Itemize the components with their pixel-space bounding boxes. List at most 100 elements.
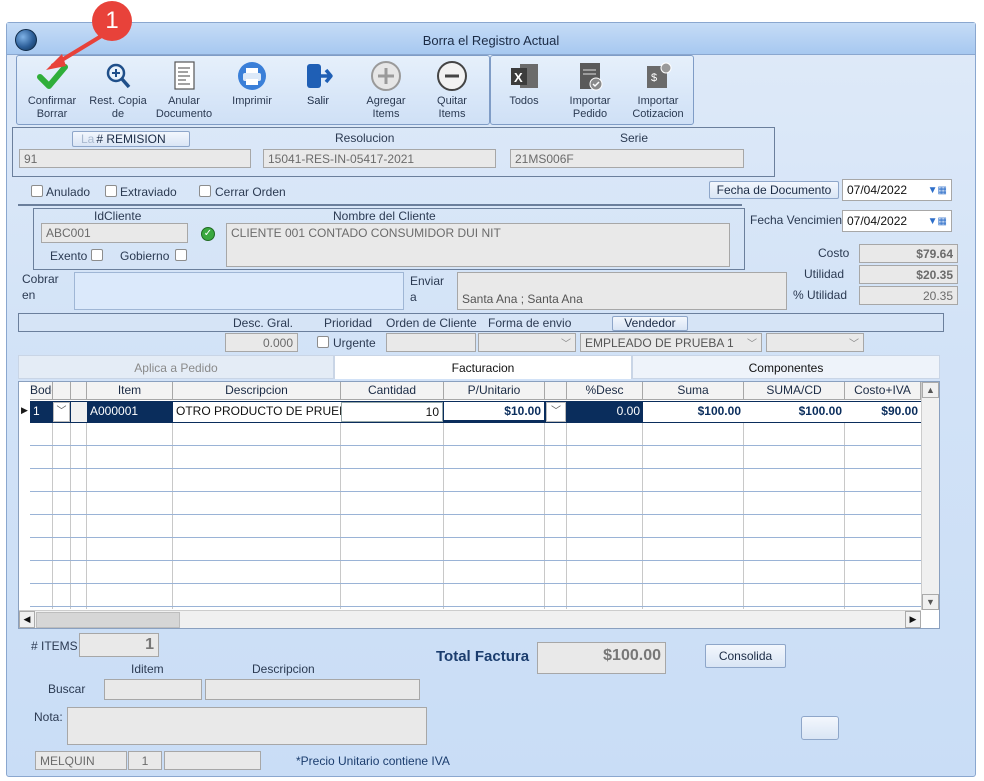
anulado-label: Anulado [46, 185, 91, 199]
calendar-dropdown-icon[interactable]: ▼▦ [928, 214, 947, 230]
row-indicator-icon: ▶ [21, 405, 28, 415]
col-punitario-dropdown [545, 382, 567, 400]
cerrar-orden-checkbox[interactable] [199, 185, 211, 197]
items-grid[interactable]: Bodega Item Descripcion Cantidad P/Unita… [18, 381, 940, 629]
resolucion-label: Resolucion [335, 131, 395, 145]
excel-icon: X [508, 60, 540, 92]
cell-suma-cd[interactable]: $100.00 [744, 402, 845, 422]
separator-line [18, 204, 742, 206]
fecha-vencimiento-picker[interactable]: 07/04/2022 ▼▦ [842, 210, 952, 232]
id-cliente-label: IdCliente [94, 209, 142, 223]
remision-header-button[interactable]: La # REMISION [72, 131, 190, 147]
col-descripcion[interactable]: Descripcion [173, 382, 341, 400]
col-item[interactable]: Item [87, 382, 173, 400]
col-bodega[interactable]: Bodega [30, 382, 53, 400]
nombre-cliente-field[interactable]: CLIENTE 001 CONTADO CONSUMIDOR DUI NIT [226, 223, 730, 267]
vendedor-button[interactable]: Vendedor [612, 316, 688, 331]
cell-costo-iva[interactable]: $90.00 [845, 402, 921, 422]
export-all-button[interactable]: X Todos [492, 60, 556, 108]
fecha-documento-picker[interactable]: 07/04/2022 ▼▦ [842, 179, 952, 201]
import-document-icon [574, 60, 606, 92]
fecha-documento-button[interactable]: Fecha de Documento [709, 181, 839, 199]
tab-componentes[interactable]: Componentes [632, 355, 940, 379]
costo-label: Costo [818, 246, 850, 260]
void-document-button[interactable]: Anular Documento [152, 60, 216, 121]
punitario-dropdown[interactable]: ﹀ [546, 402, 566, 422]
title-bar: Borra el Registro Actual [7, 23, 975, 55]
id-cliente-field[interactable]: ABC001 [41, 223, 188, 243]
anulado-checkbox[interactable] [31, 185, 43, 197]
blank-action-button[interactable] [801, 716, 839, 740]
col-suma[interactable]: Suma [643, 382, 744, 400]
bodega-dropdown[interactable]: ﹀ [53, 402, 70, 422]
cell-item[interactable]: A000001 [87, 402, 173, 422]
enviar-a-field[interactable]: Santa Ana ; Santa Ana [457, 272, 787, 310]
horizontal-scrollbar[interactable]: ◀ ▶ [19, 610, 921, 628]
vertical-scrollbar[interactable]: ▲ ▼ [921, 382, 939, 610]
add-items-button[interactable]: Agregar Items [354, 60, 418, 121]
serie-field[interactable]: 21MS006F [510, 149, 744, 168]
col-desc[interactable]: %Desc [567, 382, 643, 400]
extraviado-checkbox[interactable] [105, 185, 117, 197]
nota-textarea[interactable] [67, 707, 427, 745]
scroll-up-icon[interactable]: ▲ [922, 382, 939, 398]
svg-text:$: $ [651, 72, 657, 84]
enviar-label-a: a [410, 290, 417, 304]
consolida-button[interactable]: Consolida [705, 644, 786, 668]
exento-label: Exento [50, 249, 88, 263]
scroll-right-icon[interactable]: ▶ [905, 611, 921, 628]
descripcion-search-label: Descripcion [252, 662, 315, 676]
nota-label: Nota: [34, 710, 63, 724]
utilidad-field: $20.35 [859, 265, 958, 284]
scroll-down-icon[interactable]: ▼ [922, 594, 939, 610]
exit-door-icon [302, 60, 334, 92]
col-punitario[interactable]: P/Unitario [444, 382, 545, 400]
cell-desc[interactable]: 0.00 [567, 402, 643, 422]
cell-punitario[interactable]: $10.00 [444, 402, 544, 422]
orden-cliente-field[interactable] [386, 333, 476, 352]
iditem-label: Iditem [131, 662, 164, 676]
vendedor-select[interactable]: EMPLEADO DE PRUEBA 1 ﹀ [580, 333, 762, 352]
urgente-checkbox[interactable] [317, 336, 329, 348]
items-count-label: # ITEMS [31, 639, 78, 653]
import-order-button[interactable]: Importar Pedido [558, 60, 622, 121]
col-costo-iva[interactable]: Costo+IVA [845, 382, 921, 400]
cerrar-orden-label: Cerrar Orden [215, 185, 286, 199]
pct-utilidad-label: % Utilidad [793, 288, 848, 302]
plus-circle-icon [370, 60, 402, 92]
items-count-field: 1 [79, 633, 159, 657]
forma-envio-label: Forma de envio [488, 316, 572, 330]
exit-button[interactable]: Salir [286, 60, 350, 108]
orden-cliente-label: Orden de Cliente [386, 316, 477, 330]
remove-items-button[interactable]: Quitar Items [420, 60, 484, 121]
remision-field[interactable]: 91 [19, 149, 251, 168]
exento-checkbox[interactable] [91, 249, 103, 261]
search-descripcion-input[interactable] [205, 679, 420, 700]
scroll-thumb[interactable] [36, 612, 180, 628]
price-note: *Precio Unitario contiene IVA [296, 754, 450, 768]
forma-envio-select[interactable]: ﹀ [478, 333, 576, 352]
gobierno-checkbox[interactable] [175, 249, 187, 261]
import-quote-button[interactable]: $ Importar Cotizacion [626, 60, 690, 121]
chevron-down-icon: ﹀ [747, 339, 757, 350]
cell-suma[interactable]: $100.00 [643, 402, 744, 422]
scroll-left-icon[interactable]: ◀ [19, 611, 35, 628]
minus-circle-icon [436, 60, 468, 92]
cell-descripcion[interactable]: OTRO PRODUCTO DE PRUEBA [173, 402, 341, 422]
cell-bodega[interactable]: 1 [30, 402, 53, 422]
resolucion-field[interactable]: 15041-RES-IN-05417-2021 [263, 149, 496, 168]
cobrar-en-field[interactable] [74, 272, 404, 310]
desc-gral-field[interactable]: 0.000 [225, 333, 298, 352]
col-spacer [71, 382, 87, 400]
tab-facturacion[interactable]: Facturacion [334, 355, 632, 379]
enviar-label: Enviar [410, 274, 445, 288]
col-cantidad[interactable]: Cantidad [341, 382, 444, 400]
vendedor-extra-select[interactable]: ﹀ [766, 333, 864, 352]
calendar-dropdown-icon[interactable]: ▼▦ [928, 183, 947, 199]
search-iditem-input[interactable] [104, 679, 202, 700]
print-button[interactable]: Imprimir [220, 60, 284, 108]
cell-cantidad[interactable]: 10 [341, 402, 443, 422]
client-valid-icon: ✓ [201, 227, 215, 241]
col-suma-cd[interactable]: SUMA/CD [744, 382, 845, 400]
tab-aplica-pedido[interactable]: Aplica a Pedido [18, 355, 334, 379]
